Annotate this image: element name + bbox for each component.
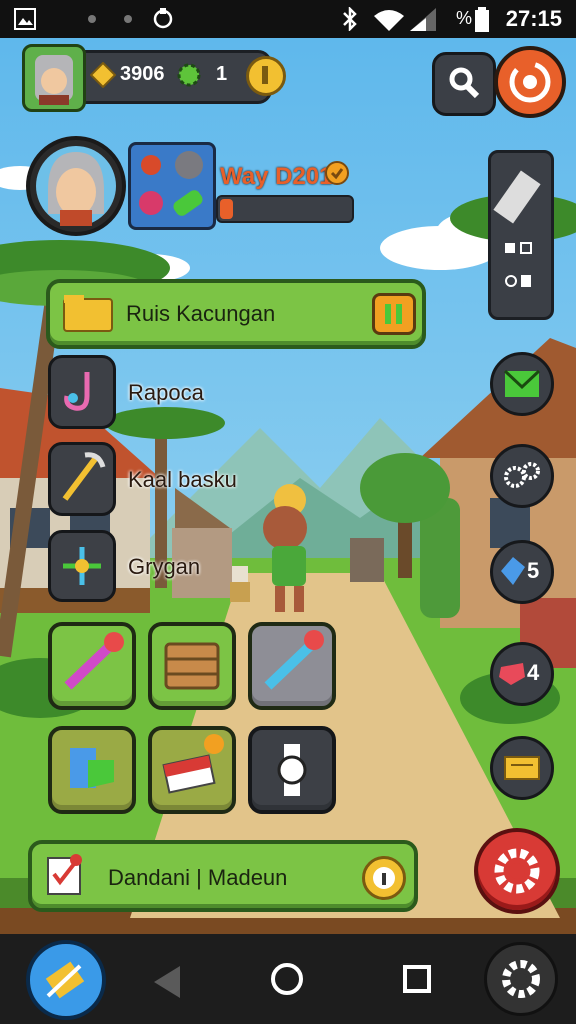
quest-label: Ruis Kacungan bbox=[126, 301, 276, 326]
recents-nav-icon[interactable] bbox=[402, 964, 432, 994]
item-slot-gift[interactable] bbox=[148, 726, 236, 814]
search-button[interactable] bbox=[432, 52, 496, 116]
player-avatar-small[interactable] bbox=[22, 44, 86, 112]
item-slot-wrench-pink[interactable] bbox=[48, 622, 136, 710]
item-slot-crate[interactable] bbox=[148, 622, 236, 710]
gear-icon bbox=[494, 848, 540, 894]
equipment-items-icon bbox=[139, 151, 203, 216]
player-name: Way D201 bbox=[220, 163, 333, 190]
clock: 27:15 bbox=[505, 6, 562, 31]
folder-icon bbox=[63, 295, 113, 332]
pencil-edit-icon bbox=[45, 961, 85, 999]
player-face-icon bbox=[36, 146, 116, 226]
mail-button[interactable] bbox=[490, 352, 554, 416]
menu-button-rapoca[interactable] bbox=[48, 355, 116, 429]
gem-count: 3906 bbox=[120, 63, 165, 85]
menu-label-kaal-basku: Kaal basku bbox=[128, 467, 237, 492]
item-slot-wrench-blue[interactable] bbox=[248, 622, 336, 710]
tool-panel[interactable] bbox=[488, 150, 554, 320]
cog-icon bbox=[502, 960, 540, 998]
mail-icon bbox=[503, 369, 541, 397]
menu-button-kaal-basku[interactable] bbox=[48, 442, 116, 516]
event-button[interactable] bbox=[494, 46, 566, 118]
coin-icon bbox=[262, 66, 268, 84]
quest-action-button[interactable] bbox=[372, 293, 416, 335]
ruby-icon bbox=[499, 663, 525, 685]
heart-badge-count: 4 bbox=[527, 660, 540, 685]
back-nav-icon[interactable] bbox=[150, 962, 184, 1002]
system-settings-button[interactable] bbox=[484, 942, 558, 1016]
wrench-pink-icon bbox=[64, 632, 124, 690]
home-nav-icon[interactable] bbox=[268, 960, 306, 998]
wifi-icon bbox=[374, 10, 404, 31]
crystal-icon bbox=[501, 557, 525, 585]
battery-icon bbox=[475, 7, 489, 32]
watch-icon bbox=[277, 744, 307, 796]
bluetooth-icon bbox=[343, 7, 357, 31]
menu-button-grygan[interactable] bbox=[48, 530, 116, 602]
pickaxe-icon bbox=[62, 452, 106, 501]
quest-banner[interactable]: Ruis Kacungan bbox=[46, 279, 426, 349]
ticket-button[interactable] bbox=[490, 736, 554, 800]
gift-icon bbox=[162, 734, 224, 794]
checklist-icon bbox=[47, 854, 82, 895]
status-bar: % 27:15 bbox=[0, 0, 576, 38]
coin-count: 1 bbox=[216, 63, 228, 85]
xp-bar bbox=[216, 195, 354, 223]
avatar-portrait-icon bbox=[35, 55, 73, 105]
heart-shop-button[interactable]: 4 bbox=[490, 642, 554, 706]
gem-icon bbox=[90, 62, 116, 88]
gem-badge-count: 5 bbox=[527, 558, 540, 583]
gear-resource-icon bbox=[177, 63, 201, 87]
swirl-icon bbox=[509, 61, 551, 103]
badge-icon bbox=[325, 161, 349, 185]
item-slot-blocks[interactable] bbox=[48, 726, 136, 814]
network-icon bbox=[63, 547, 101, 585]
hook-icon bbox=[64, 372, 90, 411]
gallery-icon bbox=[14, 8, 36, 30]
bottom-banner-label: Dandani | Madeun bbox=[108, 865, 288, 890]
bottom-banner-info-button[interactable] bbox=[362, 856, 406, 900]
blocks-icon bbox=[70, 748, 114, 788]
settings-button[interactable] bbox=[474, 828, 560, 914]
info-icon bbox=[373, 867, 395, 889]
battery-percent: % bbox=[455, 8, 472, 28]
sync-icon bbox=[153, 8, 173, 29]
crate-icon bbox=[164, 642, 220, 690]
xp-bar-fill bbox=[220, 199, 233, 219]
ticket-icon bbox=[504, 756, 540, 780]
editor-app-button[interactable] bbox=[26, 940, 106, 1020]
notification-dot bbox=[88, 15, 96, 23]
item-slot-watch[interactable] bbox=[248, 726, 336, 814]
menu-label-rapoca: Rapoca bbox=[128, 380, 204, 405]
gears-icon bbox=[504, 462, 540, 488]
equipment-grid[interactable] bbox=[128, 142, 216, 230]
wrench-blue-icon bbox=[264, 630, 324, 690]
player-portrait[interactable] bbox=[26, 136, 126, 236]
pen-tool-icon bbox=[493, 170, 541, 287]
pause-icon bbox=[385, 304, 402, 324]
settings-gears-button[interactable] bbox=[490, 444, 554, 508]
system-nav-bar bbox=[0, 934, 576, 1024]
gem-shop-button[interactable]: 5 bbox=[490, 540, 554, 604]
menu-label-grygan: Grygan bbox=[128, 554, 201, 579]
notification-dot bbox=[124, 15, 132, 23]
magnifier-icon bbox=[449, 67, 480, 99]
signal-icon bbox=[410, 8, 436, 31]
bottom-banner[interactable]: Dandani | Madeun bbox=[28, 840, 418, 912]
add-coins-button[interactable] bbox=[246, 56, 286, 96]
